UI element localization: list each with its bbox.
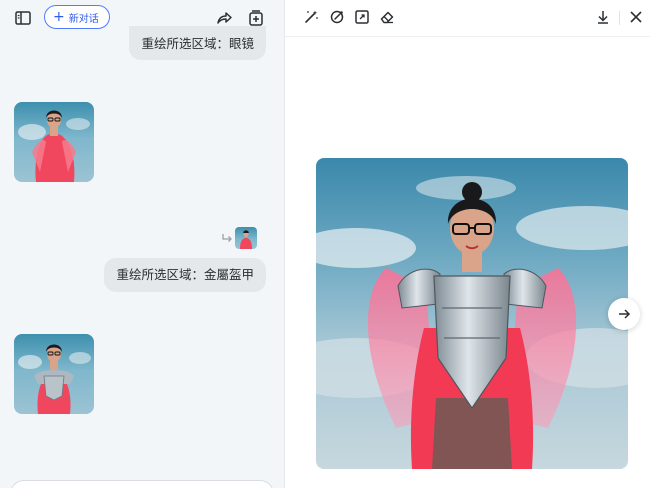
next-image-button[interactable] bbox=[608, 298, 640, 330]
message-input-box[interactable] bbox=[10, 480, 274, 488]
sidebar-toggle-icon[interactable] bbox=[13, 8, 33, 28]
share-icon[interactable] bbox=[214, 8, 234, 28]
new-window-icon[interactable] bbox=[246, 8, 266, 28]
reply-arrow-icon bbox=[220, 231, 234, 245]
reference-image-thumbnail[interactable] bbox=[235, 227, 257, 249]
user-message: 重绘所选区域：金屬盔甲 bbox=[104, 258, 266, 292]
expand-icon[interactable] bbox=[354, 9, 370, 25]
new-chat-label: 新对话 bbox=[68, 13, 99, 25]
preview-image[interactable] bbox=[316, 158, 628, 469]
repaint-icon[interactable] bbox=[329, 9, 345, 25]
preview-toolbar bbox=[285, 0, 650, 37]
chat-panel: + 新对话 重绘所选区域：眼镜 重绘所选区域：金屬盔甲 bbox=[0, 0, 285, 488]
arrow-right-icon bbox=[617, 307, 631, 321]
image-preview-panel bbox=[285, 0, 650, 488]
user-message: 重绘所选区域：眼镜 bbox=[129, 26, 266, 60]
plus-icon: + bbox=[53, 9, 65, 25]
new-chat-button[interactable]: + 新对话 bbox=[44, 5, 110, 29]
eraser-icon[interactable] bbox=[379, 9, 395, 25]
close-icon[interactable] bbox=[628, 9, 644, 25]
toolbar-divider bbox=[619, 11, 620, 25]
generated-image-thumbnail[interactable] bbox=[14, 334, 94, 414]
generated-image-thumbnail[interactable] bbox=[14, 102, 94, 182]
magic-wand-icon[interactable] bbox=[303, 9, 319, 25]
download-icon[interactable] bbox=[595, 9, 611, 25]
